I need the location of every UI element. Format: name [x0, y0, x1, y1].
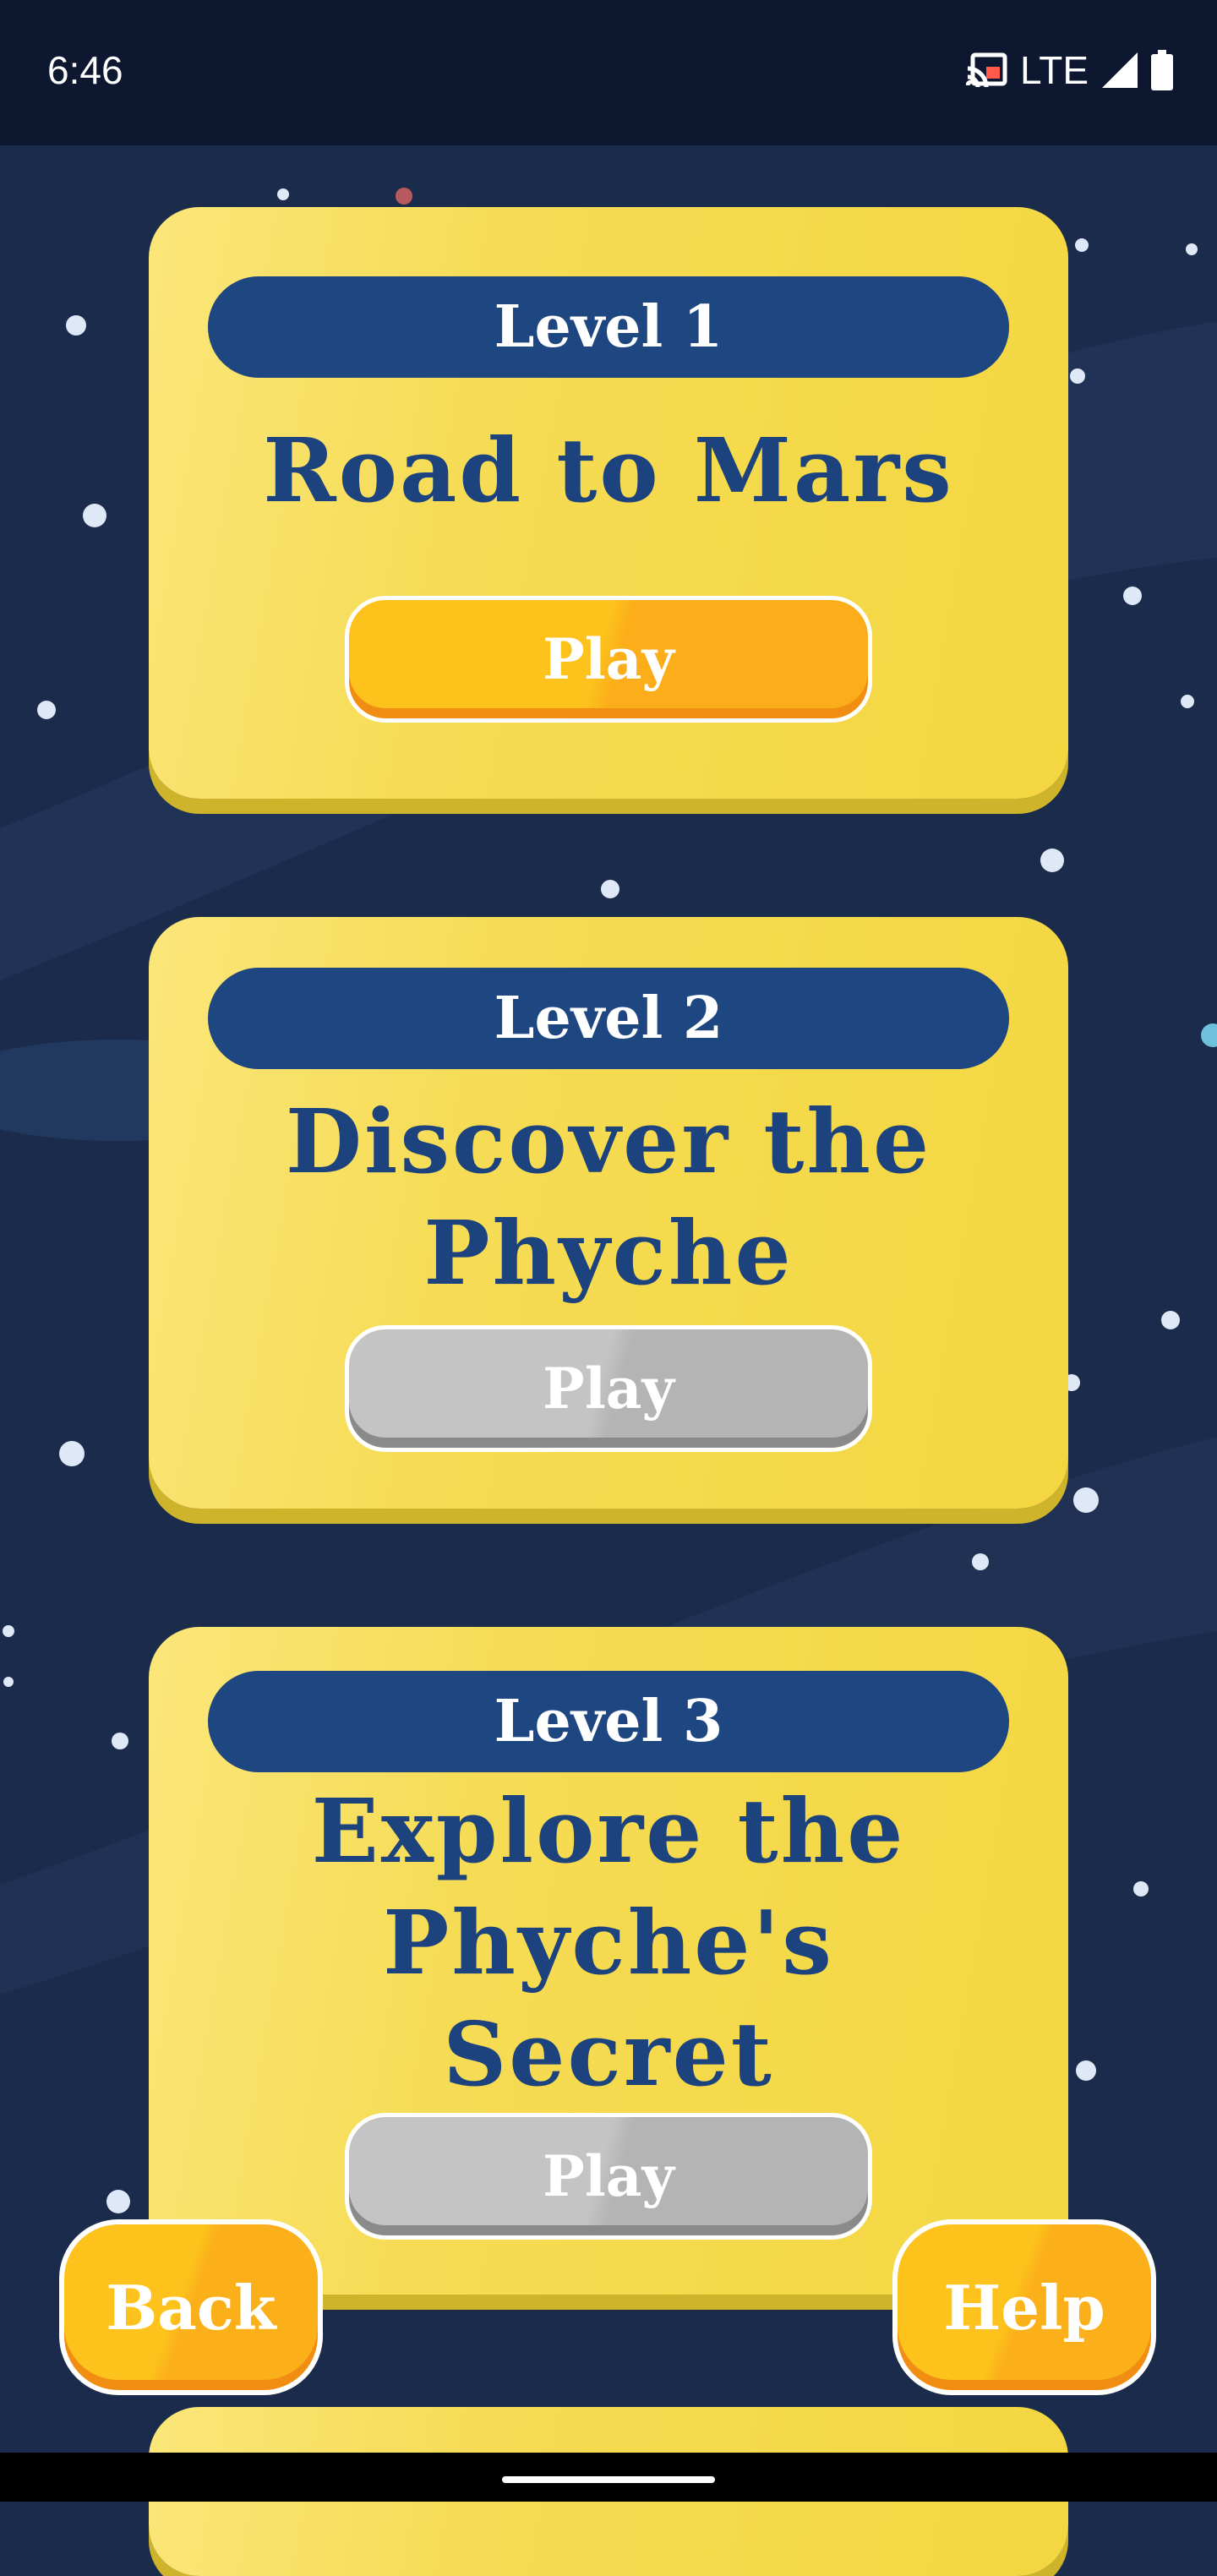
status-bar: 6:46 LTE — [0, 0, 1217, 145]
level-title-line: Discover the — [285, 1089, 932, 1193]
signal-icon — [1100, 51, 1139, 90]
back-button[interactable]: Back — [59, 2219, 323, 2395]
level-title: Discover the Phyche — [166, 1086, 1051, 1309]
play-button-locked[interactable]: Play — [345, 2113, 872, 2240]
level-title-line: Phyche — [423, 1201, 794, 1305]
level-label: Level 2 — [208, 968, 1009, 1069]
level-card-1: Level 1 Road to Mars Play — [149, 207, 1068, 799]
level-title-line: Phyche's — [383, 1891, 834, 1995]
level-title: Explore the Phyche's Secret — [166, 1776, 1051, 2110]
level-label: Level 1 — [208, 276, 1009, 378]
status-icons: LTE — [966, 47, 1173, 93]
play-button[interactable]: Play — [345, 596, 872, 723]
level-card-2: Level 2 Discover the Phyche Play — [149, 917, 1068, 1509]
home-gesture-handle[interactable] — [502, 2476, 715, 2483]
level-title-line: Secret — [443, 2002, 774, 2106]
cast-icon — [966, 52, 1008, 89]
level-label: Level 3 — [208, 1671, 1009, 1772]
level-title-line: Road to Mars — [263, 418, 954, 522]
play-button-locked[interactable]: Play — [345, 1325, 872, 1452]
level-title-line: Explore the — [311, 1779, 906, 1883]
navigation-bar — [0, 2453, 1217, 2502]
battery-icon — [1151, 50, 1173, 90]
network-type: LTE — [1020, 48, 1089, 92]
level-card-3: Level 3 Explore the Phyche's Secret Play — [149, 1627, 1068, 2295]
status-time: 6:46 — [47, 48, 123, 92]
level-title: Road to Mars — [166, 415, 1051, 527]
help-button[interactable]: Help — [892, 2219, 1156, 2395]
